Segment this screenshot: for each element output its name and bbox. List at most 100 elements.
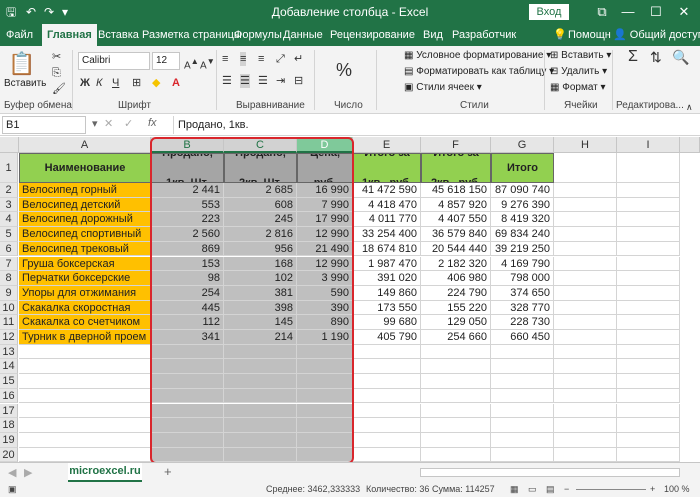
table-cell[interactable]: Груша боксерская xyxy=(19,256,151,272)
name-box[interactable]: B1 xyxy=(2,116,86,134)
row-header[interactable]: 4 xyxy=(0,212,18,228)
tab-view[interactable]: Вид xyxy=(423,24,443,46)
table-cell[interactable]: 36 579 840 xyxy=(421,227,491,242)
table-cell[interactable]: 12 990 xyxy=(297,227,353,242)
table-cell[interactable] xyxy=(151,418,224,433)
table-cell[interactable] xyxy=(19,447,151,462)
table-cell[interactable] xyxy=(421,388,491,404)
delete-cells-button[interactable]: ⊟ Удалить ▾ xyxy=(550,66,607,77)
table-cell[interactable] xyxy=(491,359,554,375)
table-cell[interactable] xyxy=(554,447,617,462)
row-header[interactable]: 7 xyxy=(0,256,18,272)
align-middle-icon[interactable]: ≡ xyxy=(240,52,247,66)
number-format-button[interactable]: % xyxy=(336,60,352,80)
table-cell[interactable] xyxy=(297,388,353,404)
table-cell[interactable] xyxy=(554,285,617,301)
table-cell[interactable]: 1 190 xyxy=(297,330,353,345)
table-cell[interactable]: 228 730 xyxy=(491,315,554,330)
table-cell[interactable]: 398 xyxy=(224,300,297,316)
row-header[interactable]: 10 xyxy=(0,300,18,316)
table-cell[interactable]: 16 990 xyxy=(297,183,353,198)
page-layout-view-icon[interactable]: ▭ xyxy=(528,482,537,497)
tab-insert[interactable]: Вставка xyxy=(98,24,139,46)
format-painter-icon[interactable]: 🖌 xyxy=(52,82,66,96)
zoom-in-icon[interactable]: + xyxy=(650,482,655,497)
row-header[interactable]: 6 xyxy=(0,241,18,257)
table-cell[interactable]: 168 xyxy=(224,256,297,272)
table-cell[interactable]: 328 770 xyxy=(491,300,554,316)
row-header[interactable]: 20 xyxy=(0,447,18,462)
table-cell[interactable]: 1 987 470 xyxy=(353,256,421,272)
table-cell[interactable]: 4 857 920 xyxy=(421,197,491,213)
table-cell[interactable]: 8 419 320 xyxy=(491,212,554,228)
table-cell[interactable]: 2 560 xyxy=(151,227,224,242)
table-cell[interactable]: 33 254 400 xyxy=(353,227,421,242)
tab-page-layout[interactable]: Разметка страницы xyxy=(142,24,242,46)
table-cell[interactable]: 21 490 xyxy=(297,241,353,257)
table-cell[interactable] xyxy=(617,256,680,272)
table-cell[interactable] xyxy=(554,344,617,360)
table-cell[interactable] xyxy=(353,403,421,419)
font-size-select[interactable]: 12 xyxy=(152,52,180,70)
table-cell[interactable]: 17 990 xyxy=(297,212,353,228)
table-cell[interactable] xyxy=(554,418,617,433)
italic-icon[interactable]: К xyxy=(96,76,102,90)
table-cell[interactable] xyxy=(353,447,421,462)
table-cell[interactable]: 405 790 xyxy=(353,330,421,345)
table-cell[interactable]: 87 090 740 xyxy=(491,183,554,198)
table-cell[interactable] xyxy=(617,359,680,375)
row-header[interactable]: 15 xyxy=(0,374,18,389)
table-cell[interactable] xyxy=(491,344,554,360)
table-cell[interactable]: 69 834 240 xyxy=(491,227,554,242)
table-cell[interactable]: 2 441 xyxy=(151,183,224,198)
table-cell[interactable] xyxy=(224,432,297,448)
table-cell[interactable]: 39 219 250 xyxy=(491,241,554,257)
select-all-corner[interactable] xyxy=(0,137,19,153)
table-cell[interactable] xyxy=(151,388,224,404)
tab-review[interactable]: Рецензирование xyxy=(330,24,415,46)
table-cell[interactable] xyxy=(617,374,680,389)
orientation-icon[interactable]: ⤢ xyxy=(276,52,285,66)
sheet-tab[interactable]: microexcel.ru xyxy=(68,463,142,482)
font-color-icon[interactable]: A xyxy=(172,76,180,90)
table-cell[interactable] xyxy=(297,403,353,419)
table-cell[interactable]: Перчатки боксерские xyxy=(19,271,151,286)
table-cell[interactable] xyxy=(617,432,680,448)
table-cell[interactable] xyxy=(421,344,491,360)
table-cell[interactable] xyxy=(297,432,353,448)
row-header[interactable]: 5 xyxy=(0,227,18,242)
table-cell[interactable] xyxy=(353,374,421,389)
new-sheet-button[interactable]: + xyxy=(164,465,172,479)
maximize-button[interactable]: ☐ xyxy=(644,2,668,22)
align-right-icon[interactable]: ☰ xyxy=(258,74,268,88)
header-cell[interactable] xyxy=(554,153,617,183)
table-cell[interactable] xyxy=(617,285,680,301)
signin-button[interactable]: Вход xyxy=(529,4,569,20)
table-cell[interactable] xyxy=(617,241,680,257)
row-header[interactable]: 18 xyxy=(0,418,18,433)
ribbon-display-options-icon[interactable]: ⧉ xyxy=(590,2,614,22)
table-cell[interactable]: 224 790 xyxy=(421,285,491,301)
cut-icon[interactable]: ✂ xyxy=(52,50,61,64)
page-break-view-icon[interactable]: ▤ xyxy=(546,482,555,497)
align-bottom-icon[interactable]: ≡ xyxy=(258,52,264,66)
wrap-text-icon[interactable]: ↵ xyxy=(294,52,303,66)
row-header[interactable]: 19 xyxy=(0,432,18,448)
column-header-a[interactable]: A xyxy=(19,137,151,153)
table-cell[interactable] xyxy=(151,374,224,389)
table-cell[interactable] xyxy=(491,388,554,404)
table-cell[interactable] xyxy=(421,418,491,433)
table-cell[interactable] xyxy=(617,315,680,330)
scroll-left-icon[interactable]: ◀ xyxy=(8,466,16,480)
table-cell[interactable]: 18 674 810 xyxy=(353,241,421,257)
copy-icon[interactable]: ⎘ xyxy=(52,66,61,80)
table-cell[interactable] xyxy=(151,447,224,462)
sort-filter-icon[interactable]: ⇅ xyxy=(650,50,662,64)
header-cell[interactable]: Наименование xyxy=(19,153,151,183)
table-cell[interactable] xyxy=(19,374,151,389)
tab-developer[interactable]: Разработчик xyxy=(452,24,516,46)
align-left-icon[interactable]: ☰ xyxy=(222,74,232,88)
insert-function-icon[interactable]: fx xyxy=(148,117,157,129)
table-cell[interactable]: 2 816 xyxy=(224,227,297,242)
table-cell[interactable] xyxy=(421,374,491,389)
